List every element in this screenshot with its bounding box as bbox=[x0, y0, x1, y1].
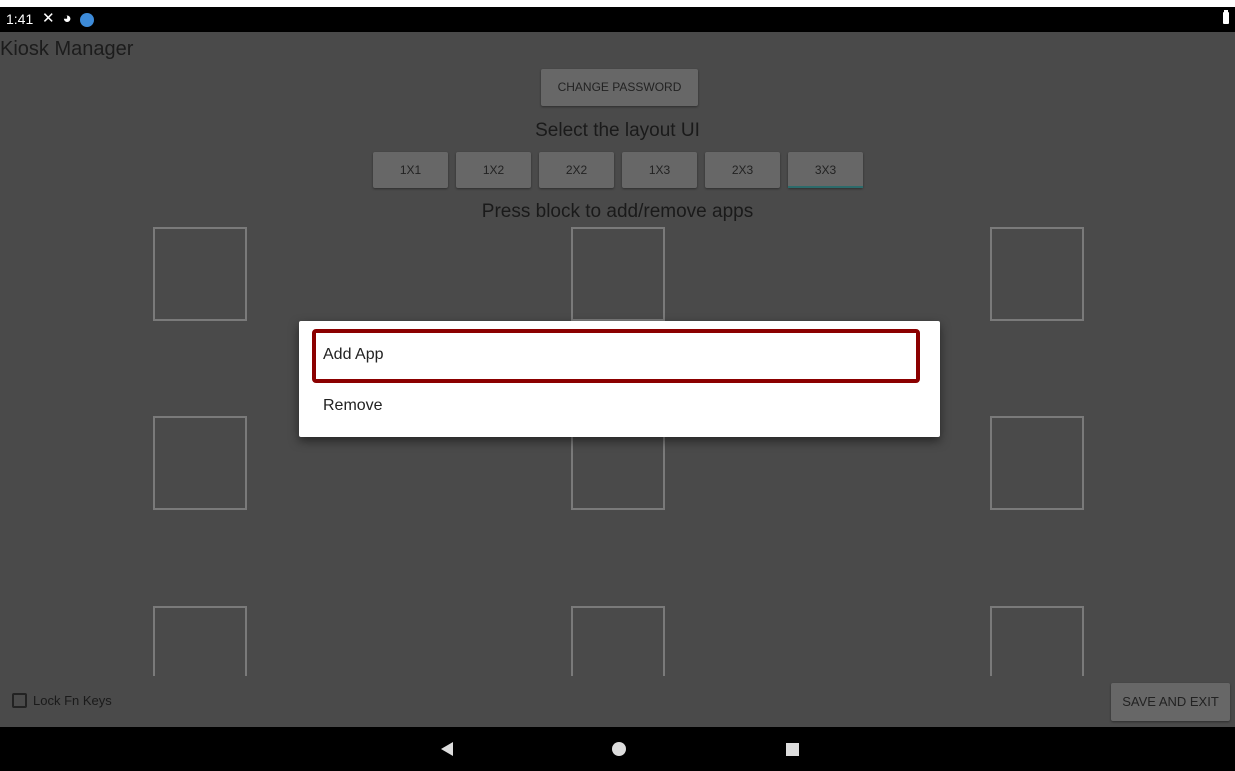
layout-2x2-button[interactable]: 2X2 bbox=[539, 152, 614, 188]
lock-fn-keys-checkbox-row[interactable]: Lock Fn Keys bbox=[12, 693, 112, 708]
app-block-6[interactable] bbox=[990, 416, 1084, 510]
app-block-2[interactable] bbox=[571, 227, 665, 321]
home-icon[interactable] bbox=[612, 742, 626, 756]
layout-2x3-button[interactable]: 2X3 bbox=[705, 152, 780, 188]
app-block-8[interactable] bbox=[571, 606, 665, 676]
layout-3x3-button[interactable]: 3X3 bbox=[788, 152, 863, 188]
app-block-1[interactable] bbox=[153, 227, 247, 321]
app-notification-icon bbox=[79, 13, 94, 27]
menu-item-add-app[interactable]: Add App bbox=[299, 329, 940, 381]
navigation-bar bbox=[0, 727, 1235, 771]
status-bar: 1:41 ✕ ◕ bbox=[0, 7, 1235, 32]
recent-apps-icon[interactable] bbox=[786, 743, 799, 756]
app-block-7[interactable] bbox=[153, 606, 247, 676]
layout-1x3-button[interactable]: 1X3 bbox=[622, 152, 697, 188]
block-options-dialog: Add App Remove bbox=[299, 321, 940, 437]
app-block-9[interactable] bbox=[990, 606, 1084, 676]
layout-options: 1X1 1X2 2X2 1X3 2X3 3X3 bbox=[373, 152, 863, 188]
menu-item-remove[interactable]: Remove bbox=[299, 380, 940, 432]
change-password-button[interactable]: CHANGE PASSWORD bbox=[541, 69, 698, 106]
sync-icon: ◕ bbox=[62, 10, 72, 27]
layout-1x1-button[interactable]: 1X1 bbox=[373, 152, 448, 188]
lock-fn-keys-checkbox[interactable] bbox=[12, 693, 27, 708]
screen: 1:41 ✕ ◕ Kiosk Manager CHANGE PASSWORD S… bbox=[0, 7, 1235, 771]
back-icon[interactable] bbox=[441, 742, 453, 756]
lock-fn-keys-label: Lock Fn Keys bbox=[33, 693, 112, 708]
tools-icon: ✕ bbox=[42, 10, 55, 27]
app-block-4[interactable] bbox=[153, 416, 247, 510]
battery-icon bbox=[1223, 10, 1229, 24]
layout-1x2-button[interactable]: 1X2 bbox=[456, 152, 531, 188]
app-title: Kiosk Manager bbox=[0, 38, 134, 60]
status-time: 1:41 bbox=[6, 11, 34, 27]
layout-label: Select the layout UI bbox=[535, 120, 700, 141]
save-and-exit-button[interactable]: SAVE AND EXIT bbox=[1111, 683, 1230, 721]
blocks-label: Press block to add/remove apps bbox=[481, 201, 754, 222]
app-block-3[interactable] bbox=[990, 227, 1084, 321]
status-icons: ✕ ◕ bbox=[42, 10, 94, 28]
